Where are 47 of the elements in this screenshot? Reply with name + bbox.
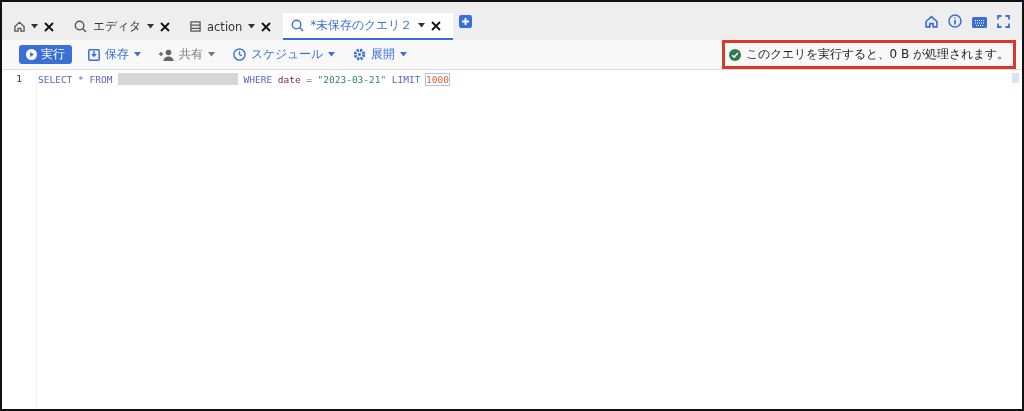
caret-icon xyxy=(208,52,215,57)
sql-identifier: date xyxy=(277,73,301,85)
tab[interactable]: action xyxy=(182,13,284,40)
schedule-button[interactable]: スケジュール xyxy=(231,46,337,63)
add-person-icon xyxy=(159,48,174,61)
download-icon xyxy=(88,48,100,61)
run-button[interactable]: 実行 xyxy=(19,45,72,64)
magnifier-icon xyxy=(291,19,305,32)
table-icon xyxy=(190,21,201,32)
home-icon[interactable] xyxy=(925,15,938,28)
tab-label: action xyxy=(207,19,243,34)
caret-icon xyxy=(400,52,407,57)
close-icon[interactable] xyxy=(160,21,170,32)
close-icon[interactable] xyxy=(44,21,54,32)
line-number: 1 xyxy=(16,73,22,84)
tab-label: エディタ xyxy=(93,19,141,34)
scrollbar-thumb[interactable] xyxy=(1012,73,1019,83)
caret-icon xyxy=(31,24,38,29)
sql-keyword: WHERE xyxy=(243,73,273,85)
tab-label: *未保存のクエリ２ xyxy=(310,18,413,33)
sql-keyword: = xyxy=(306,73,312,85)
magnifier-icon xyxy=(74,20,87,33)
sql-number: 1000 xyxy=(426,73,449,85)
close-icon[interactable] xyxy=(261,21,272,32)
clock-icon xyxy=(233,48,246,61)
home-icon xyxy=(14,21,25,32)
sql-keyword: LIMIT xyxy=(391,73,421,85)
check-icon xyxy=(728,48,741,61)
caret-icon xyxy=(248,24,256,29)
close-icon[interactable] xyxy=(431,20,442,31)
caret-icon xyxy=(134,52,141,57)
tab[interactable]: エディタ xyxy=(66,13,182,40)
deploy-button[interactable]: 展開 xyxy=(351,46,409,63)
save-button[interactable]: 保存 xyxy=(86,46,143,63)
notice-text: このクエリを実行すると、0 B が処理されます。 xyxy=(745,46,1009,63)
info-icon[interactable] xyxy=(948,14,962,28)
caret-icon xyxy=(418,23,426,28)
gear-icon xyxy=(353,48,366,61)
play-icon xyxy=(26,49,37,60)
caret-icon xyxy=(147,24,154,29)
add-tab-icon[interactable] xyxy=(459,15,473,28)
sql-keyword: SELECT * FROM xyxy=(38,73,113,85)
keyboard-icon[interactable] xyxy=(972,17,987,28)
fullscreen-icon[interactable] xyxy=(997,15,1010,28)
sql-string: "2023-03-21" xyxy=(317,73,387,85)
tab[interactable]: *未保存のクエリ２ xyxy=(283,13,454,40)
caret-icon xyxy=(328,52,335,57)
